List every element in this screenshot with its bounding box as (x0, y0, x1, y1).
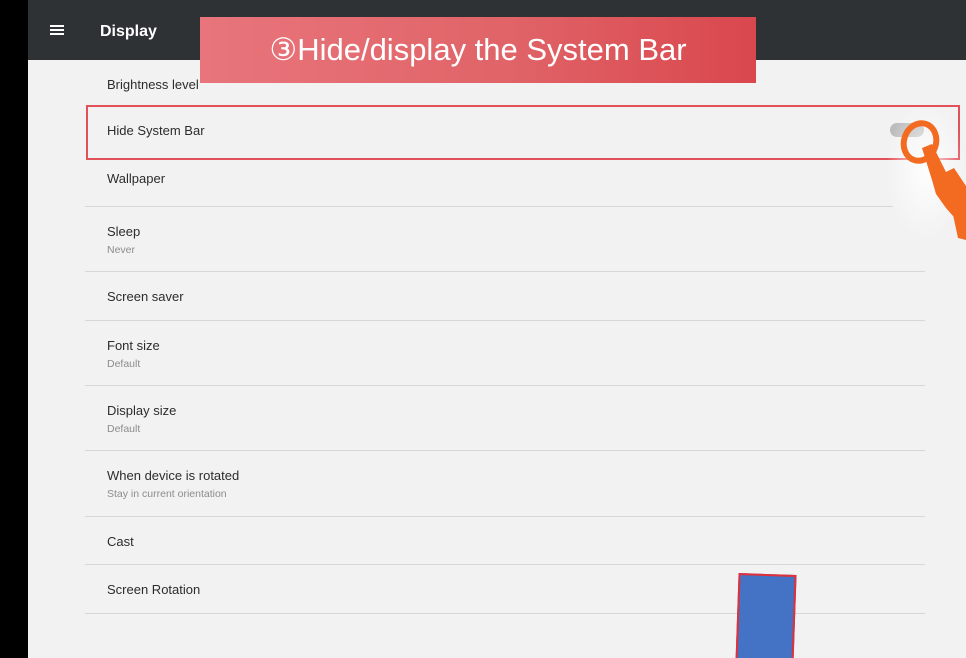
setting-title: When device is rotated (107, 468, 240, 483)
setting-title: Brightness level (107, 77, 199, 92)
callout-label: ③Hide/display the System Bar (200, 17, 756, 83)
setting-screen-rotation[interactable]: Screen Rotation (85, 565, 925, 614)
settings-screen: Display Brightness level Hide System Bar… (28, 0, 966, 658)
blue-arrow-marker (735, 573, 797, 658)
setting-summary: Default (107, 358, 141, 370)
setting-title: Sleep (107, 224, 141, 239)
pointing-hand-icon (888, 110, 966, 240)
setting-summary: Default (107, 423, 141, 435)
setting-summary: Stay in current orientation (107, 488, 227, 500)
hide-system-bar-highlight (86, 105, 960, 160)
setting-title: Wallpaper (107, 171, 166, 186)
setting-title: Cast (107, 534, 134, 549)
setting-font-size[interactable]: Font size Default (85, 321, 925, 386)
setting-device-rotated[interactable]: When device is rotated Stay in current o… (85, 451, 925, 517)
setting-title: Font size (107, 338, 160, 353)
setting-summary: Never (107, 244, 136, 256)
setting-sleep[interactable]: Sleep Never (85, 207, 925, 272)
setting-display-size[interactable]: Display size Default (85, 386, 925, 451)
setting-cast[interactable]: Cast (85, 517, 925, 565)
hamburger-menu-icon[interactable] (50, 25, 64, 35)
setting-title: Display size (107, 403, 177, 418)
setting-title: Screen saver (107, 289, 184, 304)
setting-screen-saver[interactable]: Screen saver (85, 272, 925, 321)
page-title: Display (100, 23, 157, 40)
setting-title: Screen Rotation (107, 582, 201, 597)
setting-wallpaper[interactable]: Wallpaper (85, 154, 893, 207)
